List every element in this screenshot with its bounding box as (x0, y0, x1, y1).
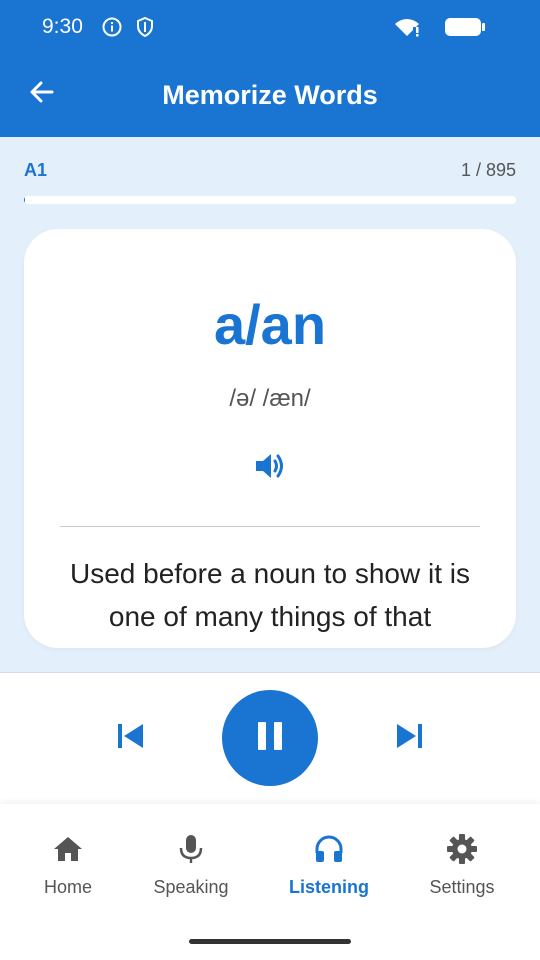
arrow-left-icon (28, 78, 56, 111)
info-icon (101, 16, 123, 38)
shield-icon (135, 16, 155, 38)
battery-icon (444, 16, 486, 38)
back-button[interactable] (24, 74, 60, 114)
phonetic-text: /ə/ /æn/ (229, 385, 311, 412)
skip-previous-icon (113, 719, 147, 758)
nav-listening[interactable]: Listening (269, 832, 389, 912)
nav-label-listening: Listening (289, 877, 369, 897)
home-indicator (189, 939, 351, 944)
top-header: 9:30 Memorize Words (0, 0, 540, 137)
pause-icon (253, 719, 287, 758)
progress-header: A1 1 / 895 (24, 158, 516, 182)
progress-bar (24, 196, 516, 204)
nav-label-speaking: Speaking (153, 877, 229, 897)
microphone-icon (174, 832, 208, 866)
progress-fill (24, 196, 25, 204)
pause-button[interactable] (222, 690, 318, 786)
definition-text: Used before a noun to show it is one of … (69, 558, 470, 632)
bottom-navigation: Home Speaking Listening Settings (0, 804, 540, 960)
level-label: A1 (24, 159, 48, 180)
page-title: Memorize Words (162, 80, 378, 110)
status-time: 9:30 (42, 15, 83, 38)
nav-settings[interactable]: Settings (402, 832, 522, 912)
wifi-icon (394, 17, 420, 37)
skip-next-icon (393, 719, 427, 758)
gear-icon (445, 832, 479, 866)
next-word-button[interactable] (390, 718, 430, 758)
play-audio-button[interactable] (250, 448, 290, 488)
nav-label-home: Home (43, 877, 92, 897)
app-bar: Memorize Words (0, 54, 540, 137)
previous-word-button[interactable] (110, 718, 150, 758)
nav-speaking[interactable]: Speaking (131, 832, 251, 912)
nav-label-settings: Settings (429, 877, 495, 897)
status-bar: 9:30 (0, 0, 540, 54)
speaker-icon (252, 448, 288, 489)
home-icon (51, 832, 85, 866)
card-divider (60, 526, 480, 527)
headphones-icon (312, 832, 346, 866)
word-counter: 1 / 895 (460, 159, 516, 180)
nav-home[interactable]: Home (8, 832, 128, 912)
word-text: a/an (213, 293, 327, 356)
